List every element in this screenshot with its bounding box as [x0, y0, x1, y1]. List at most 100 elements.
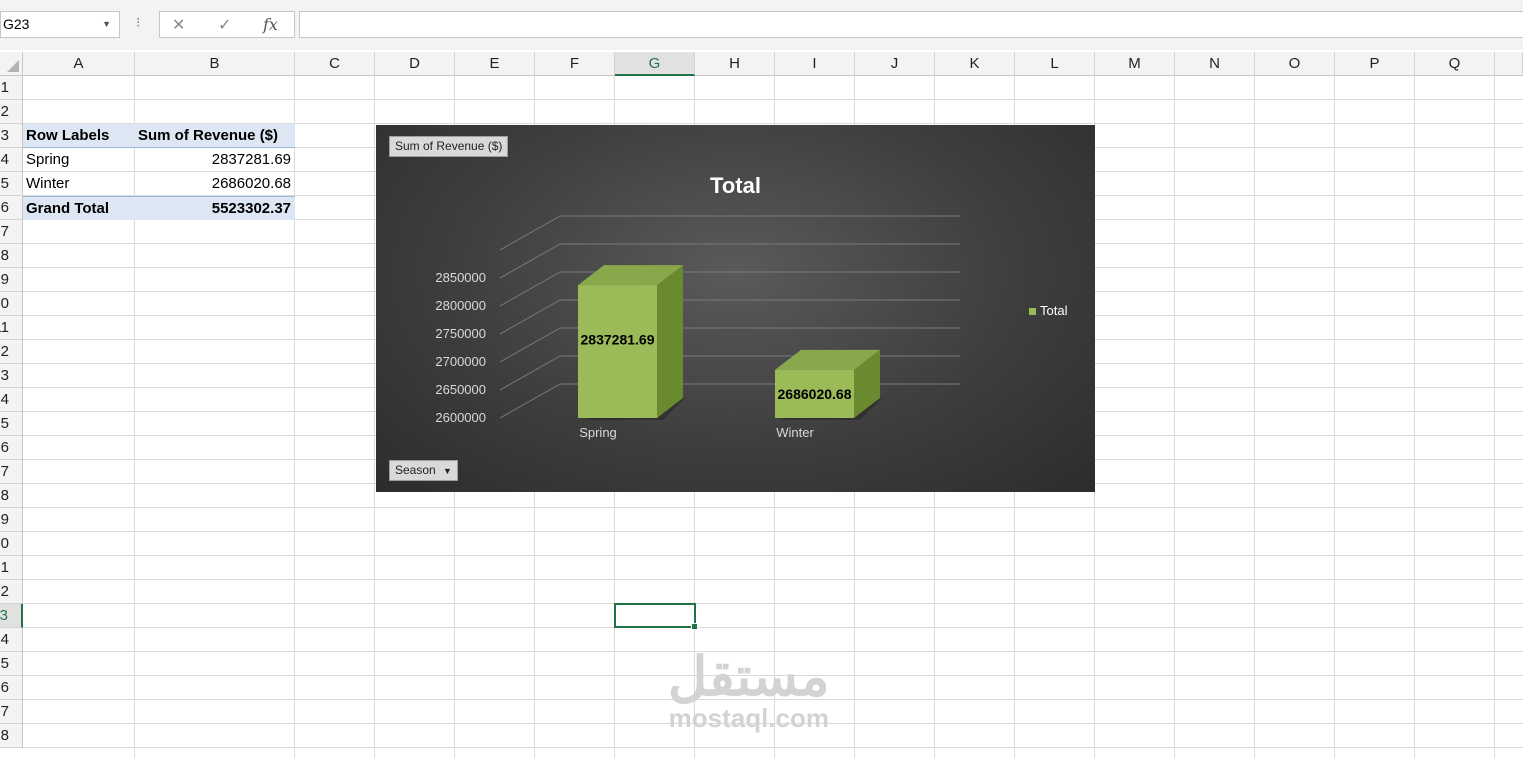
- y-tick-label: 2600000: [435, 410, 486, 425]
- row-header-11[interactable]: 11: [0, 316, 23, 340]
- column-header-i[interactable]: I: [775, 52, 855, 76]
- row-header-19[interactable]: 19: [0, 508, 23, 532]
- y-tick-label: 2850000: [435, 270, 486, 285]
- data-label: 2837281.69: [581, 332, 655, 348]
- y-tick-label: 2700000: [435, 354, 486, 369]
- row-header-4[interactable]: 4: [0, 148, 23, 172]
- row-header-2[interactable]: 2: [0, 100, 23, 124]
- legend-label: Total: [1040, 303, 1068, 318]
- row-header-26[interactable]: 26: [0, 676, 23, 700]
- legend-swatch: [1029, 308, 1036, 316]
- watermark-arabic: مستقل: [668, 647, 830, 707]
- row-header-21[interactable]: 21: [0, 556, 23, 580]
- row-header-24[interactable]: 24: [0, 628, 23, 652]
- column-header-h[interactable]: H: [695, 52, 775, 76]
- row-header-13[interactable]: 13: [0, 364, 23, 388]
- insert-function-icon[interactable]: fx: [263, 15, 278, 34]
- column-header-d[interactable]: D: [375, 52, 455, 76]
- row-header-label: 17: [0, 463, 9, 480]
- column-header-f[interactable]: F: [535, 52, 615, 76]
- row-header-15[interactable]: 15: [0, 412, 23, 436]
- row-header-16[interactable]: 16: [0, 436, 23, 460]
- row-header-label: 5: [0, 175, 9, 192]
- name-box[interactable]: G23 ▼: [0, 11, 120, 38]
- gridline-side: [499, 215, 561, 251]
- row-header-label: 21: [0, 559, 9, 576]
- pivot-row-value[interactable]: 2837281.69: [135, 148, 295, 172]
- pivot-row-label[interactable]: Spring: [23, 148, 135, 172]
- row-header-label: 15: [0, 415, 9, 432]
- column-header-l[interactable]: L: [1015, 52, 1095, 76]
- pivot-chart[interactable]: Sum of Revenue ($) Total 2600000 2650000 2…: [376, 125, 1095, 492]
- gridline-side: [499, 243, 561, 279]
- row-header-3[interactable]: 3: [0, 124, 23, 148]
- row-header-label: 8: [0, 247, 9, 264]
- row-header-label: 4: [0, 151, 9, 168]
- drag-handle-icon[interactable]: ⁝: [136, 14, 140, 31]
- row-header-28[interactable]: 28: [0, 724, 23, 748]
- row-header-17[interactable]: 17: [0, 460, 23, 484]
- pivot-row-label[interactable]: Winter: [23, 172, 135, 196]
- gridline-vertical: [374, 76, 375, 758]
- row-header-8[interactable]: 8: [0, 244, 23, 268]
- column-header-m[interactable]: M: [1095, 52, 1175, 76]
- row-header-label: 13: [0, 367, 9, 384]
- column-header-q[interactable]: Q: [1415, 52, 1495, 76]
- row-header-6[interactable]: 6: [0, 196, 23, 220]
- pivot-header-value[interactable]: Sum of Revenue ($): [135, 124, 295, 148]
- bar-spring: [578, 285, 657, 418]
- pivot-grand-total-label[interactable]: Grand Total: [23, 196, 135, 220]
- row-header-label: 7: [0, 223, 9, 240]
- watermark-latin: mostaql.com: [668, 703, 829, 733]
- watermark-logo: مستقل mostaql.com: [668, 650, 830, 732]
- enter-icon[interactable]: ✓: [218, 15, 231, 35]
- gridline-side: [499, 355, 561, 391]
- row-header-label: 9: [0, 271, 9, 288]
- gridline-vertical: [1174, 76, 1175, 758]
- gridline-vertical: [1494, 76, 1495, 758]
- column-header-o[interactable]: O: [1255, 52, 1335, 76]
- row-header-20[interactable]: 20: [0, 532, 23, 556]
- row-header-10[interactable]: 10: [0, 292, 23, 316]
- axis-field-button[interactable]: Season ▼: [389, 460, 458, 481]
- column-header-p[interactable]: P: [1335, 52, 1415, 76]
- gridline-horizontal: [23, 99, 1523, 100]
- chevron-down-icon[interactable]: ▼: [443, 466, 452, 476]
- chevron-down-icon[interactable]: ▼: [102, 12, 111, 37]
- row-header-18[interactable]: 18: [0, 484, 23, 508]
- column-header-a[interactable]: A: [23, 52, 135, 76]
- pivot-row-value[interactable]: 2686020.68: [135, 172, 295, 196]
- axis-field-label: Season: [395, 463, 436, 477]
- row-header-22[interactable]: 22: [0, 580, 23, 604]
- row-header-14[interactable]: 14: [0, 388, 23, 412]
- column-header-g[interactable]: G: [615, 52, 695, 76]
- gridline-side: [499, 299, 561, 335]
- column-header-j[interactable]: J: [855, 52, 935, 76]
- gridline-horizontal: [23, 555, 1523, 556]
- column-header-k[interactable]: K: [935, 52, 1015, 76]
- select-all-button[interactable]: [0, 52, 23, 76]
- row-header-1[interactable]: 1: [0, 76, 23, 100]
- column-header-n[interactable]: N: [1175, 52, 1255, 76]
- cancel-icon[interactable]: ✕: [172, 15, 185, 35]
- row-header-27[interactable]: 27: [0, 700, 23, 724]
- pivot-header-row-labels[interactable]: Row Labels ▼: [23, 124, 156, 148]
- column-header-c[interactable]: C: [295, 52, 375, 76]
- column-header-e[interactable]: E: [455, 52, 535, 76]
- row-header-12[interactable]: 12: [0, 340, 23, 364]
- row-header-23[interactable]: 23: [0, 604, 23, 628]
- gridline-horizontal: [23, 627, 1523, 628]
- row-header-9[interactable]: 9: [0, 268, 23, 292]
- row-header-label: 27: [0, 703, 9, 720]
- column-header-b[interactable]: B: [135, 52, 295, 76]
- gridline-horizontal: [23, 603, 1523, 604]
- y-tick-label: 2750000: [435, 326, 486, 341]
- row-header-7[interactable]: 7: [0, 220, 23, 244]
- row-header-5[interactable]: 5: [0, 172, 23, 196]
- formula-input[interactable]: [299, 11, 1523, 38]
- row-header-25[interactable]: 25: [0, 652, 23, 676]
- gridline-horizontal: [23, 507, 1523, 508]
- active-cell-border[interactable]: [614, 603, 698, 630]
- x-tick-label: Winter: [776, 425, 814, 440]
- pivot-grand-total-value[interactable]: 5523302.37: [135, 196, 295, 220]
